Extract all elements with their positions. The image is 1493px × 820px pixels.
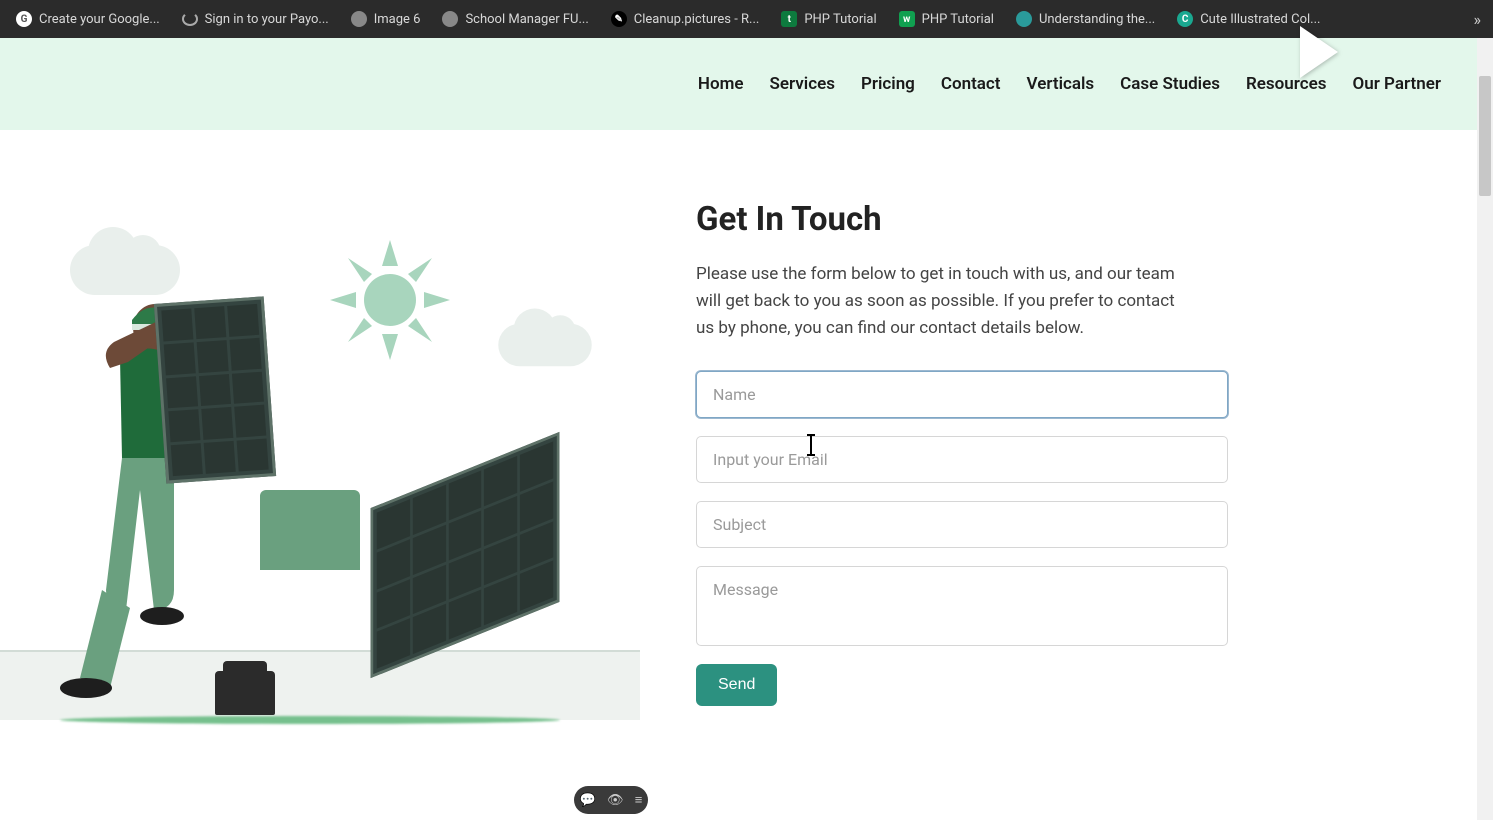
eye-icon[interactable]: 👁 [607, 793, 624, 808]
tab-php1[interactable]: t PHP Tutorial [771, 7, 886, 31]
contact-illustration [0, 200, 640, 730]
tab-label: Cute Illustrated Col... [1200, 12, 1320, 27]
nav-resources[interactable]: Resources [1246, 74, 1327, 94]
solar-panel-icon [154, 296, 276, 483]
tab-overflow-button[interactable]: » [1474, 10, 1482, 29]
favicon-icon: w [899, 11, 915, 27]
ground-shadow [60, 716, 560, 724]
message-input[interactable] [696, 566, 1228, 646]
tab-cute[interactable]: C Cute Illustrated Col... [1167, 7, 1330, 31]
toolbox-icon [215, 671, 275, 715]
bench-icon [260, 490, 360, 570]
tab-label: PHP Tutorial [922, 12, 994, 27]
page-viewport: Home Services Pricing Contact Verticals Case … [0, 38, 1493, 820]
tab-image6[interactable]: Image 6 [341, 7, 431, 31]
contact-title: Get In Touch [696, 200, 1236, 239]
favicon-icon: t [781, 11, 797, 27]
nav-pricing[interactable]: Pricing [861, 74, 915, 94]
tab-understanding[interactable]: Understanding the... [1006, 7, 1165, 31]
cloud-icon [70, 245, 180, 295]
favicon-icon: C [1177, 11, 1193, 27]
tab-label: Image 6 [374, 12, 421, 27]
solar-panel-icon [371, 432, 560, 678]
favicon-icon: G [16, 11, 32, 27]
nav-home[interactable]: Home [698, 74, 744, 94]
vertical-scrollbar-thumb[interactable] [1479, 76, 1491, 196]
favicon-icon: ✎ [611, 11, 627, 27]
subject-input[interactable] [696, 501, 1228, 548]
vertical-scrollbar-track[interactable] [1477, 38, 1493, 820]
contact-section: Get In Touch Please use the form below t… [0, 130, 1493, 760]
favicon-icon [351, 11, 367, 27]
tab-school[interactable]: School Manager FU... [432, 7, 598, 31]
cloud-icon [498, 324, 592, 367]
send-button[interactable]: Send [696, 664, 777, 706]
favicon-icon [442, 11, 458, 27]
tab-google[interactable]: G Create your Google... [6, 7, 170, 31]
tab-php2[interactable]: w PHP Tutorial [889, 7, 1004, 31]
tab-payo[interactable]: Sign in to your Payo... [172, 8, 339, 31]
contact-form-column: Get In Touch Please use the form below t… [696, 200, 1236, 730]
floating-toolbar[interactable]: 💬 👁 ≡ [574, 786, 648, 814]
nav-services[interactable]: Services [769, 74, 834, 94]
tab-cleanup[interactable]: ✎ Cleanup.pictures - R... [601, 7, 770, 31]
sun-icon [330, 240, 450, 360]
tab-label: Sign in to your Payo... [205, 12, 329, 27]
tab-label: PHP Tutorial [804, 12, 876, 27]
tab-label: Understanding the... [1039, 12, 1155, 27]
tab-label: School Manager FU... [465, 12, 588, 27]
name-input[interactable] [696, 371, 1228, 418]
nav-case-studies[interactable]: Case Studies [1120, 74, 1220, 94]
tab-label: Create your Google... [39, 12, 160, 27]
nav-verticals[interactable]: Verticals [1027, 74, 1095, 94]
comment-icon[interactable]: 💬 [580, 793, 596, 808]
nav-our-partner[interactable]: Our Partner [1352, 74, 1441, 94]
browser-tab-bar: G Create your Google... Sign in to your Pa… [0, 0, 1493, 38]
contact-description: Please use the form below to get in touc… [696, 261, 1176, 343]
tab-label: Cleanup.pictures - R... [634, 12, 760, 27]
menu-icon[interactable]: ≡ [635, 792, 643, 808]
favicon-icon [1016, 11, 1032, 27]
site-header: Home Services Pricing Contact Verticals Case … [0, 38, 1493, 130]
favicon-icon [182, 12, 198, 26]
email-input[interactable] [696, 436, 1228, 483]
nav-contact[interactable]: Contact [941, 74, 1001, 94]
main-nav: Home Services Pricing Contact Verticals Case … [698, 74, 1441, 94]
